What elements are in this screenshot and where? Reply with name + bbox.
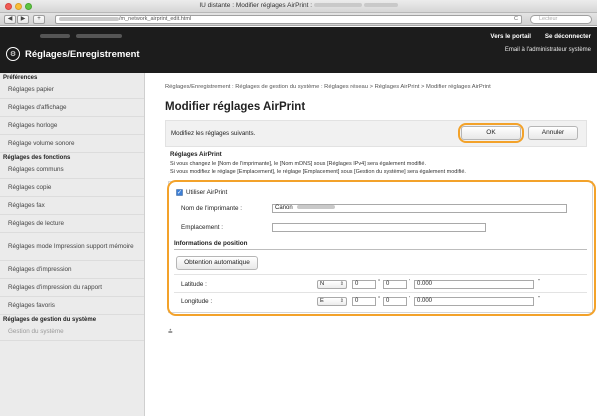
redacted-text bbox=[313, 3, 362, 8]
action-bar: Modifiez les réglages suivants. OK Annul… bbox=[165, 120, 587, 147]
logout-link[interactable]: Se déconnecter bbox=[545, 33, 591, 40]
chevron-updown-icon: ⇕ bbox=[339, 281, 344, 287]
instruction-text: Modifiez les réglages suivants. bbox=[171, 130, 256, 137]
sidebar-item[interactable]: Réglages de lecture bbox=[0, 215, 144, 233]
longitude-minutes-value: 0 bbox=[386, 298, 390, 304]
latitude-seconds-input[interactable]: 0.000 bbox=[414, 280, 534, 289]
use-airprint-label: Utiliser AirPrint bbox=[186, 189, 228, 196]
sidebar-item[interactable]: Réglages mode Impression support mémoire bbox=[0, 233, 144, 261]
note-location: Si vous modifiez le réglage [Emplacement… bbox=[170, 169, 466, 175]
settings-gear-icon: ⚙ bbox=[6, 47, 20, 61]
back-icon: ◀ bbox=[7, 16, 13, 22]
reload-icon[interactable]: C bbox=[514, 16, 518, 23]
sidebar-heading: Préférences bbox=[3, 75, 38, 81]
divider bbox=[174, 292, 587, 293]
minute-unit: ' bbox=[409, 279, 411, 285]
latitude-minutes-value: 0 bbox=[386, 281, 390, 287]
latitude-hemisphere-value: N bbox=[320, 281, 325, 287]
window-title-text: IU distante : Modifier réglages AirPrint… bbox=[199, 2, 313, 9]
sidebar-item[interactable]: Réglages communs bbox=[0, 161, 144, 179]
degree-unit: ° bbox=[378, 279, 381, 285]
sidebar-heading: Réglages des fonctions bbox=[3, 155, 71, 161]
forward-button[interactable]: ▶ bbox=[17, 15, 29, 24]
longitude-seconds-input[interactable]: 0.000 bbox=[414, 297, 534, 306]
latitude-seconds-value: 0.000 bbox=[417, 281, 433, 287]
printer-name-input[interactable]: Canon bbox=[272, 204, 567, 213]
longitude-minutes-input[interactable]: 0 bbox=[383, 297, 407, 306]
app-title-block: ⚙ Réglages/Enregistrement bbox=[6, 47, 140, 61]
location-input[interactable] bbox=[272, 223, 486, 232]
sidebar-item[interactable]: Réglages horloge bbox=[0, 117, 144, 135]
panel-highlight-ring bbox=[167, 180, 596, 316]
divider bbox=[174, 274, 587, 275]
redacted-text bbox=[75, 34, 122, 39]
add-bookmark-button[interactable]: + bbox=[33, 15, 45, 24]
note-printer-name: Si vous changez le [Nom de l'imprimante]… bbox=[170, 161, 426, 167]
sidebar-item[interactable]: Réglages d'impression bbox=[0, 261, 144, 279]
printer-name-value: Canon bbox=[275, 205, 293, 211]
address-bar[interactable]: /m_network_airprint_edit.html C bbox=[55, 15, 522, 24]
sidebar-item[interactable]: Réglage volume sonore bbox=[0, 135, 144, 153]
second-unit: " bbox=[538, 296, 540, 302]
ok-button[interactable]: OK bbox=[461, 126, 521, 140]
redacted-text bbox=[297, 205, 336, 210]
longitude-hemisphere-select[interactable]: E ⇕ bbox=[317, 297, 347, 306]
chevron-updown-icon: ⇕ bbox=[339, 298, 344, 304]
cancel-button[interactable]: Annuler bbox=[528, 126, 578, 140]
latitude-degrees-value: 0 bbox=[355, 281, 359, 287]
sidebar-item[interactable]: Réglages d'impression du rapport bbox=[0, 279, 144, 297]
redacted-text bbox=[363, 3, 398, 8]
sidebar-item[interactable]: Réglages favoris bbox=[0, 297, 144, 315]
minute-unit: ' bbox=[409, 296, 411, 302]
latitude-degrees-input[interactable]: 0 bbox=[352, 280, 376, 289]
reader-field[interactable]: Lecteur bbox=[530, 15, 592, 24]
reader-text: Lecteur bbox=[539, 16, 558, 22]
sidebar-nav: Préférences Réglages papier Réglages d'aff… bbox=[0, 73, 145, 416]
redacted-host bbox=[59, 16, 119, 21]
latitude-label: Latitude : bbox=[181, 281, 207, 288]
portal-link[interactable]: Vers le portail bbox=[490, 33, 531, 40]
plus-icon: + bbox=[37, 16, 41, 22]
second-unit: " bbox=[538, 279, 540, 285]
redacted-text bbox=[40, 34, 70, 39]
sidebar-heading: Réglages de gestion du système bbox=[3, 317, 97, 323]
latitude-minutes-input[interactable]: 0 bbox=[383, 280, 407, 289]
position-heading: Informations de position bbox=[174, 240, 248, 247]
use-airprint-checkbox[interactable]: ✓ bbox=[176, 189, 183, 196]
sidebar-item[interactable]: Réglages d'affichage bbox=[0, 99, 144, 117]
longitude-degrees-input[interactable]: 0 bbox=[352, 297, 376, 306]
sidebar-item[interactable]: Réglages fax bbox=[0, 197, 144, 215]
forward-icon: ▶ bbox=[20, 16, 26, 22]
browser-toolbar: ◀ ▶ + /m_network_airprint_edit.html C Le… bbox=[0, 13, 597, 26]
header-device-info bbox=[40, 34, 122, 40]
degree-unit: ° bbox=[378, 296, 381, 302]
app-title: Réglages/Enregistrement bbox=[25, 48, 140, 60]
page-header: Vers le portail Se déconnecter Email à l… bbox=[0, 27, 597, 73]
sidebar-item[interactable]: Réglages papier bbox=[0, 81, 144, 99]
sidebar-item[interactable]: Gestion du système bbox=[0, 323, 144, 341]
use-airprint-row: ✓ Utiliser AirPrint bbox=[176, 189, 227, 196]
page-title: Modifier réglages AirPrint bbox=[165, 101, 306, 113]
longitude-hemisphere-value: E bbox=[320, 298, 324, 304]
window-title: IU distante : Modifier réglages AirPrint… bbox=[0, 2, 597, 9]
longitude-seconds-value: 0.000 bbox=[417, 298, 433, 304]
divider bbox=[174, 249, 587, 250]
longitude-label: Longitude : bbox=[181, 298, 213, 305]
auto-obtain-button[interactable]: Obtention automatique bbox=[176, 256, 258, 270]
latitude-hemisphere-select[interactable]: N ⇕ bbox=[317, 280, 347, 289]
sidebar-item[interactable]: Réglages copie bbox=[0, 179, 144, 197]
airprint-settings-panel: ✓ Utiliser AirPrint Nom de l'imprimante … bbox=[167, 180, 596, 316]
location-label: Emplacement : bbox=[181, 224, 223, 231]
window-titlebar: IU distante : Modifier réglages AirPrint… bbox=[0, 0, 597, 13]
printer-name-label: Nom de l'imprimante : bbox=[181, 205, 243, 212]
breadcrumb: Réglages/Enregistrement : Réglages de ge… bbox=[165, 84, 491, 90]
longitude-degrees-value: 0 bbox=[355, 298, 359, 304]
section-title: Réglages AirPrint bbox=[170, 151, 222, 158]
address-text: /m_network_airprint_edit.html bbox=[119, 16, 192, 22]
back-button[interactable]: ◀ bbox=[4, 15, 16, 24]
page-top-icon[interactable]: ⩮ bbox=[168, 327, 173, 337]
email-admin-link[interactable]: Email à l'administrateur système bbox=[505, 47, 591, 53]
